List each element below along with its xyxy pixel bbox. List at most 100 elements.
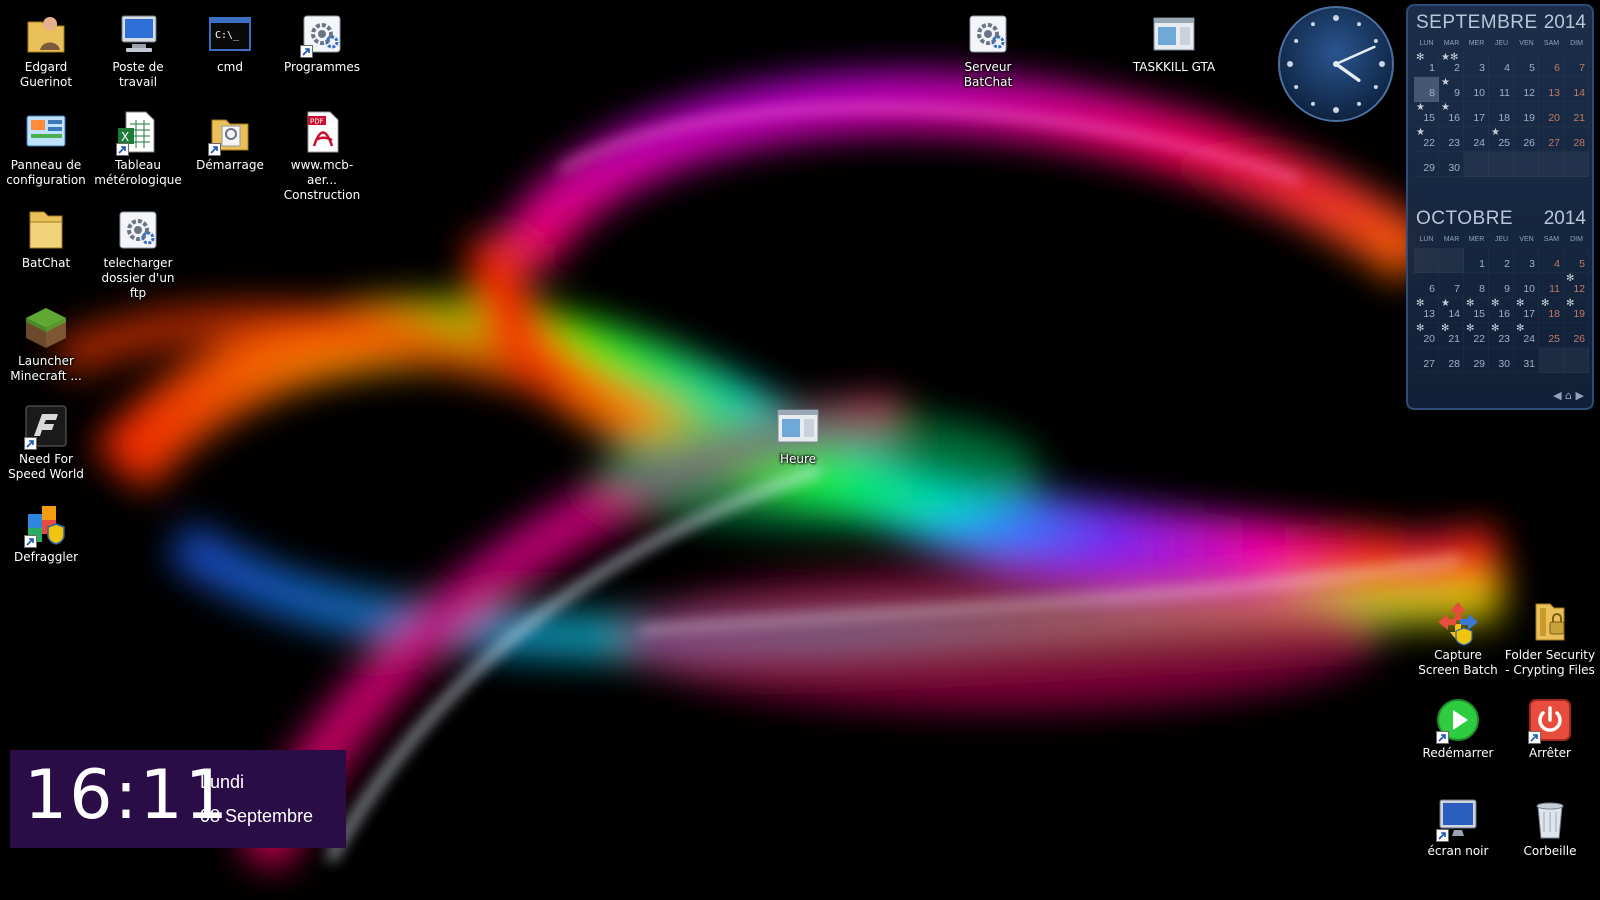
calendar-day[interactable]: 7 <box>1439 273 1464 298</box>
calendar-day[interactable]: 29 <box>1414 152 1439 177</box>
calendar-day[interactable]: 16 ✻ <box>1489 298 1514 323</box>
calendar-day[interactable]: 22 ★ <box>1414 127 1439 152</box>
calendar-day[interactable]: 14 ★ <box>1439 298 1464 323</box>
calendar-nav-arrows[interactable]: ◀ ⌂ ▶ <box>1553 389 1584 402</box>
calendar-day[interactable]: 11 <box>1489 77 1514 102</box>
calendar-gadget[interactable]: SEPTEMBRE 2014 LUN MAR MER JEU VEN SAM DIM 1 ✻ 2… <box>1406 4 1594 410</box>
calendar-weekday-label: VEN <box>1519 40 1534 47</box>
calendar-day[interactable]: 18 <box>1489 102 1514 127</box>
calendar-day[interactable]: 3 <box>1514 248 1539 273</box>
calendar-day[interactable]: 14 <box>1564 77 1589 102</box>
calendar-event-mark-icon: ★ <box>1416 127 1425 138</box>
desktop-icon-capture-screen-batch[interactable]: Capture Screen Batch <box>1412 592 1504 678</box>
calendar-day[interactable]: 21 <box>1564 102 1589 127</box>
calendar-weekday-label: MER <box>1468 236 1485 243</box>
calendar-day[interactable]: 10 <box>1514 273 1539 298</box>
calendar-day[interactable]: 24 ✻ <box>1514 323 1539 348</box>
calendar-day[interactable]: 19 <box>1514 102 1539 127</box>
calendar-weekday-row: LUN MAR MER JEU VEN SAM DIM <box>1408 236 1592 248</box>
calendar-day[interactable]: 5 <box>1514 52 1539 77</box>
calendar-day[interactable]: 15 ★ <box>1414 102 1439 127</box>
desktop-icon-taskkill-gta[interactable]: TASKKILL GTA <box>1128 4 1220 75</box>
calendar-day[interactable]: 12 <box>1514 77 1539 102</box>
desktop-icon-heure[interactable]: Heure <box>752 396 844 467</box>
desktop-icon-serveur-batchat[interactable]: Serveur BatChat <box>942 4 1034 90</box>
desktop-icon-need-for-speed-world[interactable]: Need For Speed World <box>0 396 92 482</box>
calendar-day[interactable]: 2 ★✻ <box>1439 52 1464 77</box>
calendar-day[interactable]: 4 <box>1539 248 1564 273</box>
calendar-day[interactable]: 9 ★ <box>1439 77 1464 102</box>
calendar-day[interactable]: 28 <box>1439 348 1464 373</box>
desktop-icon-poste-de-travail[interactable]: Poste de travail <box>92 4 184 90</box>
calendar-day[interactable]: 20 <box>1539 102 1564 127</box>
calendar-day[interactable]: 3 <box>1464 52 1489 77</box>
calendar-day[interactable]: 27 <box>1414 348 1439 373</box>
desktop-icon-batchat[interactable]: BatChat <box>0 200 92 271</box>
calendar-day[interactable]: 11 <box>1539 273 1564 298</box>
desktop-icon-demarrage[interactable]: Démarrage <box>184 102 276 173</box>
calendar-day[interactable]: 30 <box>1489 348 1514 373</box>
calendar-day[interactable]: 8 <box>1464 273 1489 298</box>
calendar-day[interactable]: 1 ✻ <box>1414 52 1439 77</box>
desktop-icon-folder-security[interactable]: Folder Security - Crypting Files <box>1504 592 1596 678</box>
calendar-day[interactable]: 24 <box>1464 127 1489 152</box>
calendar-day[interactable]: 18 ✻ <box>1539 298 1564 323</box>
calendar-day[interactable]: 9 <box>1489 273 1514 298</box>
calendar-day[interactable]: 28 <box>1564 127 1589 152</box>
calendar-day[interactable]: 25 ★ <box>1489 127 1514 152</box>
calendar-day[interactable]: 17 <box>1464 102 1489 127</box>
desktop-icon-arreter[interactable]: Arrêter <box>1504 690 1596 761</box>
calendar-day[interactable]: 12 ✻ <box>1564 273 1589 298</box>
desktop-icon-edgard-guerinot[interactable]: Edgard Guerinot <box>0 4 92 90</box>
calendar-day[interactable]: 20 ✻ <box>1414 323 1439 348</box>
calendar-day[interactable]: 2 <box>1489 248 1514 273</box>
calendar-day[interactable]: 7 <box>1564 52 1589 77</box>
calendar-day[interactable]: 31 <box>1514 348 1539 373</box>
clock-gadget[interactable] <box>1276 4 1396 124</box>
calendar-day-number: 13 <box>1548 87 1560 99</box>
calendar-event-mark-icon: ✻ <box>1466 323 1475 334</box>
calendar-day[interactable]: 30 <box>1439 152 1464 177</box>
calendar-day[interactable]: 17 ✻ <box>1514 298 1539 323</box>
calendar-day[interactable]: 26 <box>1564 323 1589 348</box>
minecraft-grass-block-icon <box>22 304 70 352</box>
desktop-icon-mcb-construction[interactable]: PDF www.mcb-aer... Construction <box>276 102 368 203</box>
desktop-icon-panneau-de-configuration[interactable]: Panneau de configuration <box>0 102 92 188</box>
calendar-day[interactable]: 13 ✻ <box>1414 298 1439 323</box>
calendar-day[interactable]: 8 <box>1414 77 1439 102</box>
calendar-day[interactable]: 1 <box>1464 248 1489 273</box>
calendar-day[interactable]: 26 <box>1514 127 1539 152</box>
calendar-event-mark-icon: ★✻ <box>1441 52 1459 63</box>
desktop-icon-ecran-noir[interactable]: écran noir <box>1412 788 1504 859</box>
calendar-day[interactable]: 27 <box>1539 127 1564 152</box>
desktop-icon-tableau-meterologique[interactable]: X Tableau métérologique <box>92 102 184 188</box>
shortcut-arrow-icon <box>300 45 313 58</box>
calendar-day[interactable]: 23 ✻ <box>1489 323 1514 348</box>
calendar-day[interactable]: 15 ✻ <box>1464 298 1489 323</box>
desktop-icon-cmd[interactable]: C:\_ cmd <box>184 4 276 75</box>
calendar-day[interactable]: 10 <box>1464 77 1489 102</box>
calendar-day[interactable]: 21 ✻ <box>1439 323 1464 348</box>
calendar-day[interactable]: 4 <box>1489 52 1514 77</box>
desktop-icon-programmes[interactable]: Programmes <box>276 4 368 75</box>
calendar-day-number: 18 <box>1548 308 1560 320</box>
calendar-day[interactable]: 22 ✻ <box>1464 323 1489 348</box>
calendar-day[interactable]: 6 <box>1539 52 1564 77</box>
lock-folder-icon <box>1526 598 1574 646</box>
desktop-icon-telecharger-ftp[interactable]: telecharger dossier d'un ftp <box>92 200 184 301</box>
desktop-icon-launcher-minecraft[interactable]: Launcher Minecraft ... <box>0 298 92 384</box>
calendar-day[interactable]: 25 <box>1539 323 1564 348</box>
calendar-day[interactable]: 29 <box>1464 348 1489 373</box>
calendar-day[interactable]: 16 ★ <box>1439 102 1464 127</box>
desktop-icon-corbeille[interactable]: Corbeille <box>1504 788 1596 859</box>
calendar-month-name: SEPTEMBRE <box>1416 12 1538 33</box>
calendar-day[interactable]: 5 <box>1564 248 1589 273</box>
calendar-day[interactable]: 6 <box>1414 273 1439 298</box>
calendar-day-number: 24 <box>1523 333 1535 345</box>
desktop-icon-defraggler[interactable]: Defraggler <box>0 494 92 565</box>
desktop-icon-redemarrer[interactable]: Redémarrer <box>1412 690 1504 761</box>
calendar-day[interactable]: 23 <box>1439 127 1464 152</box>
calendar-day[interactable]: 19 ✻ <box>1564 298 1589 323</box>
calendar-weekday-row: LUN MAR MER JEU VEN SAM DIM <box>1408 40 1592 52</box>
calendar-day[interactable]: 13 <box>1539 77 1564 102</box>
